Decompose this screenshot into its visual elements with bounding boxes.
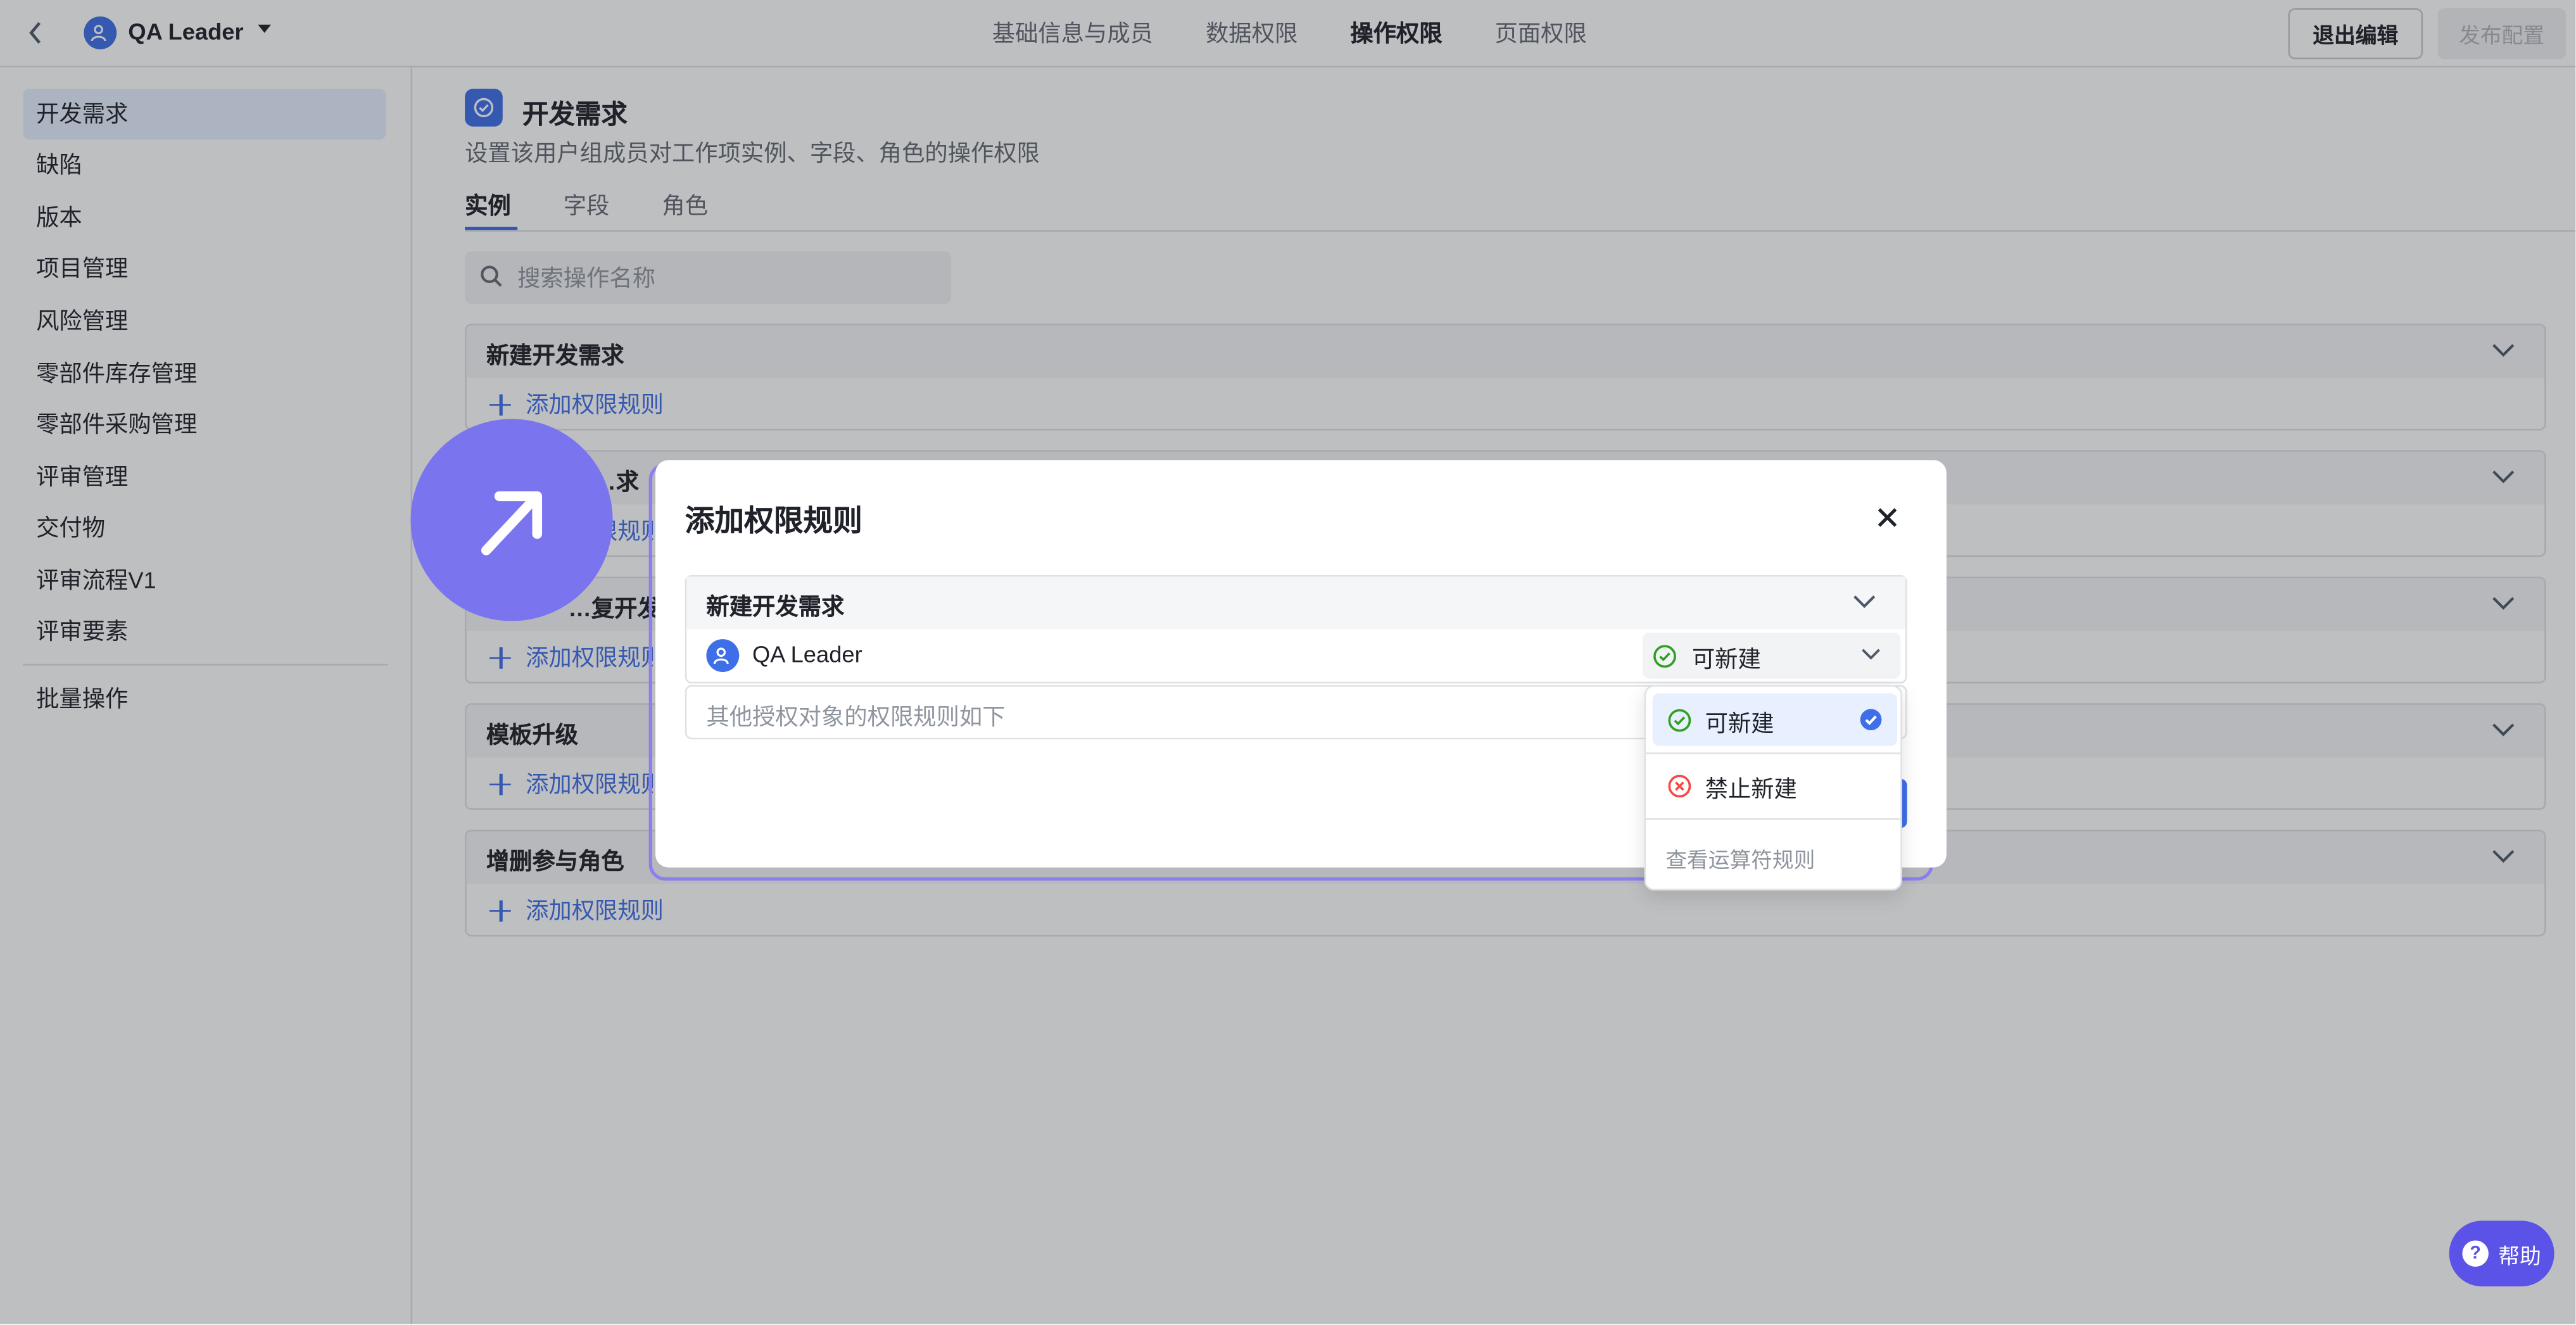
user-avatar	[706, 639, 740, 672]
option-label: 可新建	[1705, 709, 1774, 737]
permission-dropdown: 可新建 禁止新建 查看运算符规则	[1644, 685, 1902, 891]
permission-select[interactable]: 可新建	[1643, 632, 1901, 679]
cursor-indicator	[410, 419, 613, 621]
dropdown-divider	[1646, 818, 1901, 820]
view-operator-rules-link[interactable]: 查看运算符规则	[1665, 843, 1815, 874]
arrow-up-right-icon	[480, 490, 541, 555]
rule-card-title: 新建开发需求	[706, 593, 845, 619]
permission-select-value: 可新建	[1691, 645, 1761, 672]
question-icon: ?	[2462, 1240, 2489, 1267]
user-group-icon	[713, 647, 729, 664]
check-circle-icon	[1668, 709, 1691, 732]
help-label: 帮助	[2498, 1243, 2541, 1268]
user-name: QA Leader	[752, 640, 862, 668]
chevron-down-icon	[1862, 649, 1880, 660]
x-circle-icon	[1668, 775, 1691, 798]
check-circle-icon	[1653, 645, 1676, 668]
dropdown-divider	[1646, 752, 1901, 754]
dialog-title: 添加权限规则	[685, 504, 862, 538]
chevron-down-icon[interactable]	[1853, 593, 1876, 609]
option-allow-create[interactable]: 可新建	[1652, 693, 1898, 746]
option-label: 禁止新建	[1705, 775, 1797, 802]
rule-card-header[interactable]: 新建开发需求	[686, 576, 1906, 630]
help-button[interactable]: ? 帮助	[2449, 1220, 2554, 1287]
other-grantees-text: 其他授权对象的权限规则如下	[706, 703, 1006, 730]
option-deny-create[interactable]: 禁止新建	[1653, 759, 1898, 811]
app-root: QA Leader 基础信息与成员 数据权限 操作权限 页面权限 退出编辑 发布…	[0, 0, 2576, 1324]
rule-card: 新建开发需求 QA Leader 可新建	[685, 574, 1907, 684]
close-icon[interactable]	[1872, 503, 1902, 533]
selected-check-icon	[1860, 709, 1882, 731]
